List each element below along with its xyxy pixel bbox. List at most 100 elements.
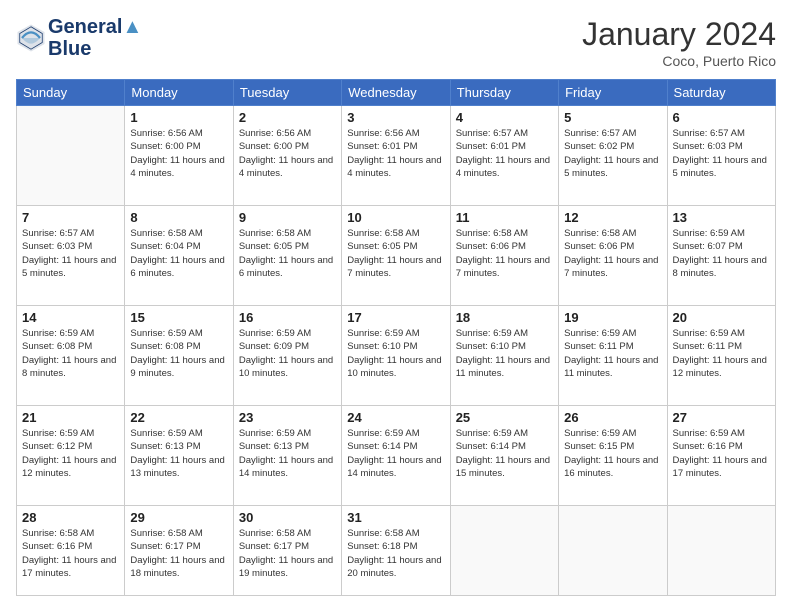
calendar-cell <box>450 506 558 596</box>
day-info: Sunrise: 6:59 AM Sunset: 6:12 PM Dayligh… <box>22 427 119 480</box>
weekday-saturday: Saturday <box>667 80 775 106</box>
calendar-cell: 17 Sunrise: 6:59 AM Sunset: 6:10 PM Dayli… <box>342 306 450 406</box>
day-info: Sunrise: 6:57 AM Sunset: 6:02 PM Dayligh… <box>564 127 661 180</box>
calendar-cell: 18 Sunrise: 6:59 AM Sunset: 6:10 PM Dayli… <box>450 306 558 406</box>
day-info: Sunrise: 6:59 AM Sunset: 6:10 PM Dayligh… <box>456 327 553 380</box>
day-number: 17 <box>347 310 444 325</box>
calendar-cell: 6Sunrise: 6:57 AM Sunset: 6:03 PM Daylig… <box>667 106 775 206</box>
day-number: 5 <box>564 110 661 125</box>
day-info: Sunrise: 6:59 AM Sunset: 6:08 PM Dayligh… <box>22 327 119 380</box>
location-subtitle: Coco, Puerto Rico <box>582 53 776 69</box>
calendar-cell: 12 Sunrise: 6:58 AM Sunset: 6:06 PM Dayli… <box>559 206 667 306</box>
month-title: January 2024 <box>582 16 776 53</box>
day-info: Sunrise: 6:59 AM Sunset: 6:16 PM Dayligh… <box>673 427 770 480</box>
day-info: Sunrise: 6:59 AM Sunset: 6:11 PM Dayligh… <box>673 327 770 380</box>
day-number: 19 <box>564 310 661 325</box>
day-number: 12 <box>564 210 661 225</box>
day-number: 18 <box>456 310 553 325</box>
day-info: Sunrise: 6:58 AM Sunset: 6:17 PM Dayligh… <box>239 527 336 580</box>
day-info: Sunrise: 6:59 AM Sunset: 6:09 PM Dayligh… <box>239 327 336 380</box>
calendar-cell: 27 Sunrise: 6:59 AM Sunset: 6:16 PM Dayli… <box>667 406 775 506</box>
day-number: 2 <box>239 110 336 125</box>
day-info: Sunrise: 6:59 AM Sunset: 6:14 PM Dayligh… <box>347 427 444 480</box>
day-info: Sunrise: 6:58 AM Sunset: 6:18 PM Dayligh… <box>347 527 444 580</box>
header: General▲ Blue January 2024 Coco, Puerto … <box>16 16 776 69</box>
day-info: Sunrise: 6:58 AM Sunset: 6:05 PM Dayligh… <box>239 227 336 280</box>
day-number: 22 <box>130 410 227 425</box>
day-number: 6 <box>673 110 770 125</box>
calendar-cell: 13Sunrise: 6:59 AM Sunset: 6:07 PM Dayli… <box>667 206 775 306</box>
day-info: Sunrise: 6:59 AM Sunset: 6:14 PM Dayligh… <box>456 427 553 480</box>
day-number: 1 <box>130 110 227 125</box>
calendar-cell: 9 Sunrise: 6:58 AM Sunset: 6:05 PM Daylig… <box>233 206 341 306</box>
calendar-cell: 11 Sunrise: 6:58 AM Sunset: 6:06 PM Dayli… <box>450 206 558 306</box>
day-info: Sunrise: 6:59 AM Sunset: 6:15 PM Dayligh… <box>564 427 661 480</box>
day-info: Sunrise: 6:58 AM Sunset: 6:06 PM Dayligh… <box>564 227 661 280</box>
week-row-5: 28 Sunrise: 6:58 AM Sunset: 6:16 PM Dayli… <box>17 506 776 596</box>
day-info: Sunrise: 6:58 AM Sunset: 6:06 PM Dayligh… <box>456 227 553 280</box>
day-number: 26 <box>564 410 661 425</box>
calendar-cell: 14 Sunrise: 6:59 AM Sunset: 6:08 PM Dayli… <box>17 306 125 406</box>
week-row-4: 21 Sunrise: 6:59 AM Sunset: 6:12 PM Dayli… <box>17 406 776 506</box>
day-info: Sunrise: 6:58 AM Sunset: 6:17 PM Dayligh… <box>130 527 227 580</box>
calendar-cell: 5 Sunrise: 6:57 AM Sunset: 6:02 PM Daylig… <box>559 106 667 206</box>
day-info: Sunrise: 6:58 AM Sunset: 6:04 PM Dayligh… <box>130 227 227 280</box>
day-info: Sunrise: 6:56 AM Sunset: 6:01 PM Dayligh… <box>347 127 444 180</box>
calendar-cell: 16 Sunrise: 6:59 AM Sunset: 6:09 PM Dayli… <box>233 306 341 406</box>
day-info: Sunrise: 6:58 AM Sunset: 6:16 PM Dayligh… <box>22 527 119 580</box>
day-info: Sunrise: 6:58 AM Sunset: 6:05 PM Dayligh… <box>347 227 444 280</box>
week-row-1: 1 Sunrise: 6:56 AM Sunset: 6:00 PM Daylig… <box>17 106 776 206</box>
day-number: 8 <box>130 210 227 225</box>
calendar-cell: 20 Sunrise: 6:59 AM Sunset: 6:11 PM Dayli… <box>667 306 775 406</box>
day-info: Sunrise: 6:59 AM Sunset: 6:08 PM Dayligh… <box>130 327 227 380</box>
day-info: Sunrise: 6:59 AM Sunset: 6:13 PM Dayligh… <box>239 427 336 480</box>
logo-icon <box>16 23 46 53</box>
day-number: 27 <box>673 410 770 425</box>
day-number: 10 <box>347 210 444 225</box>
day-number: 21 <box>22 410 119 425</box>
day-number: 4 <box>456 110 553 125</box>
day-number: 30 <box>239 510 336 525</box>
calendar-cell: 31Sunrise: 6:58 AM Sunset: 6:18 PM Dayli… <box>342 506 450 596</box>
day-number: 25 <box>456 410 553 425</box>
calendar-cell: 15 Sunrise: 6:59 AM Sunset: 6:08 PM Dayli… <box>125 306 233 406</box>
calendar-cell: 19 Sunrise: 6:59 AM Sunset: 6:11 PM Dayli… <box>559 306 667 406</box>
weekday-friday: Friday <box>559 80 667 106</box>
day-number: 7 <box>22 210 119 225</box>
calendar-cell: 8 Sunrise: 6:58 AM Sunset: 6:04 PM Daylig… <box>125 206 233 306</box>
day-info: Sunrise: 6:56 AM Sunset: 6:00 PM Dayligh… <box>130 127 227 180</box>
calendar-cell: 10 Sunrise: 6:58 AM Sunset: 6:05 PM Dayli… <box>342 206 450 306</box>
day-number: 20 <box>673 310 770 325</box>
weekday-sunday: Sunday <box>17 80 125 106</box>
day-info: Sunrise: 6:59 AM Sunset: 6:13 PM Dayligh… <box>130 427 227 480</box>
day-number: 29 <box>130 510 227 525</box>
calendar-cell: 7Sunrise: 6:57 AM Sunset: 6:03 PM Daylig… <box>17 206 125 306</box>
calendar-cell: 21 Sunrise: 6:59 AM Sunset: 6:12 PM Dayli… <box>17 406 125 506</box>
page: General▲ Blue January 2024 Coco, Puerto … <box>0 0 792 612</box>
calendar-cell: 1 Sunrise: 6:56 AM Sunset: 6:00 PM Daylig… <box>125 106 233 206</box>
day-number: 9 <box>239 210 336 225</box>
day-info: Sunrise: 6:59 AM Sunset: 6:11 PM Dayligh… <box>564 327 661 380</box>
day-number: 14 <box>22 310 119 325</box>
day-number: 15 <box>130 310 227 325</box>
calendar-table: SundayMondayTuesdayWednesdayThursdayFrid… <box>16 79 776 596</box>
calendar-cell: 22 Sunrise: 6:59 AM Sunset: 6:13 PM Dayli… <box>125 406 233 506</box>
day-number: 23 <box>239 410 336 425</box>
day-info: Sunrise: 6:59 AM Sunset: 6:07 PM Dayligh… <box>673 227 770 280</box>
day-info: Sunrise: 6:56 AM Sunset: 6:00 PM Dayligh… <box>239 127 336 180</box>
day-info: Sunrise: 6:59 AM Sunset: 6:10 PM Dayligh… <box>347 327 444 380</box>
calendar-cell: 3Sunrise: 6:56 AM Sunset: 6:01 PM Daylig… <box>342 106 450 206</box>
weekday-thursday: Thursday <box>450 80 558 106</box>
calendar-cell: 24Sunrise: 6:59 AM Sunset: 6:14 PM Dayli… <box>342 406 450 506</box>
day-number: 16 <box>239 310 336 325</box>
calendar-cell <box>667 506 775 596</box>
calendar-cell: 30 Sunrise: 6:58 AM Sunset: 6:17 PM Dayli… <box>233 506 341 596</box>
week-row-2: 7Sunrise: 6:57 AM Sunset: 6:03 PM Daylig… <box>17 206 776 306</box>
title-area: January 2024 Coco, Puerto Rico <box>582 16 776 69</box>
logo: General▲ Blue <box>16 16 142 60</box>
calendar-cell: 23 Sunrise: 6:59 AM Sunset: 6:13 PM Dayli… <box>233 406 341 506</box>
day-number: 11 <box>456 210 553 225</box>
calendar-cell <box>17 106 125 206</box>
day-number: 28 <box>22 510 119 525</box>
weekday-wednesday: Wednesday <box>342 80 450 106</box>
